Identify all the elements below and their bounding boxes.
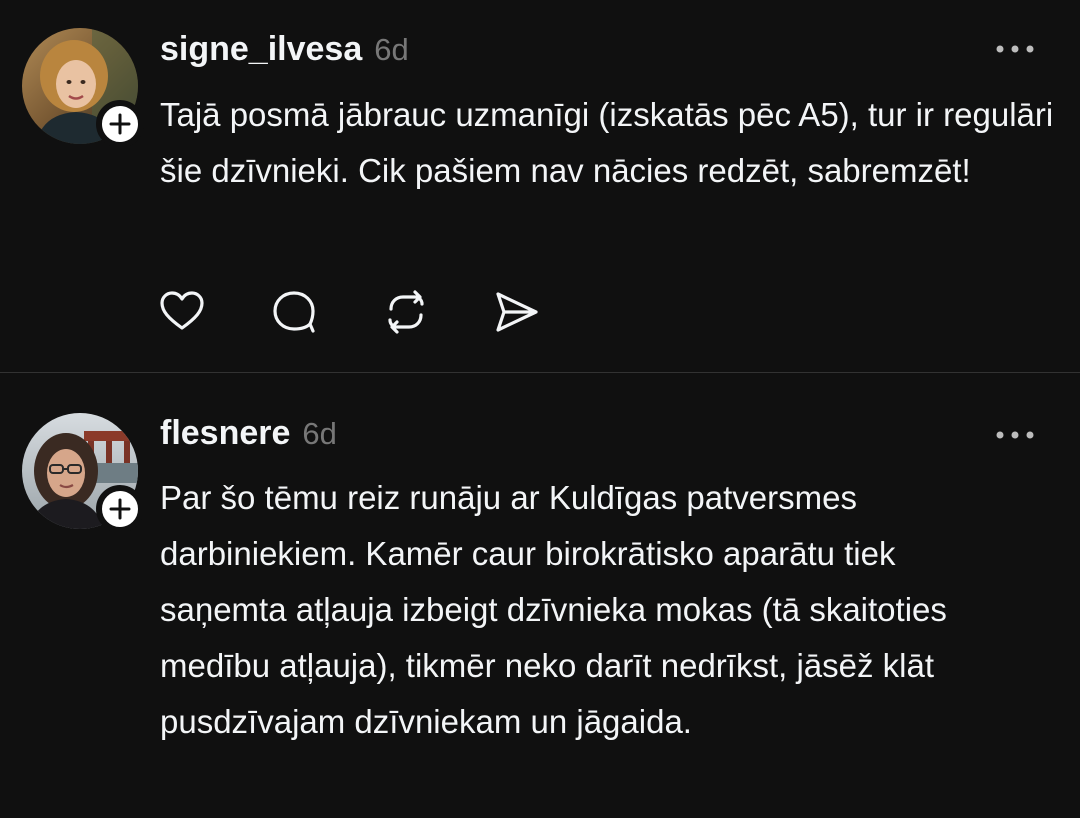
follow-button[interactable] (96, 100, 144, 148)
username[interactable]: signe_ilvesa (160, 30, 362, 69)
post-time: 6d (374, 32, 409, 67)
more-icon[interactable] (990, 425, 1040, 445)
avatar[interactable] (22, 413, 144, 533)
follow-button[interactable] (96, 485, 144, 533)
post-header: flesnere 6d (160, 414, 337, 453)
avatar[interactable] (22, 28, 144, 148)
post-header: signe_ilvesa 6d (160, 30, 409, 69)
username[interactable]: flesnere (160, 414, 290, 453)
post-time: 6d (302, 416, 337, 451)
comment-icon[interactable] (270, 288, 318, 336)
repost-icon[interactable] (382, 288, 430, 336)
heart-icon[interactable] (158, 288, 206, 336)
thread-post: flesnere 6d Par šo tēmu reiz runāju ar K… (0, 373, 1080, 818)
post-text: Tajā posmā jābrauc uzmanīgi (izskatās pē… (160, 96, 1054, 189)
post-text: Par šo tēmu reiz runāju ar Kuldīgas patv… (160, 479, 947, 740)
plus-icon (109, 498, 131, 520)
more-icon[interactable] (990, 39, 1040, 59)
plus-icon (109, 113, 131, 135)
share-icon[interactable] (492, 288, 540, 336)
thread-post: signe_ilvesa 6d Tajā posmā jābrauc uzman… (0, 0, 1080, 372)
